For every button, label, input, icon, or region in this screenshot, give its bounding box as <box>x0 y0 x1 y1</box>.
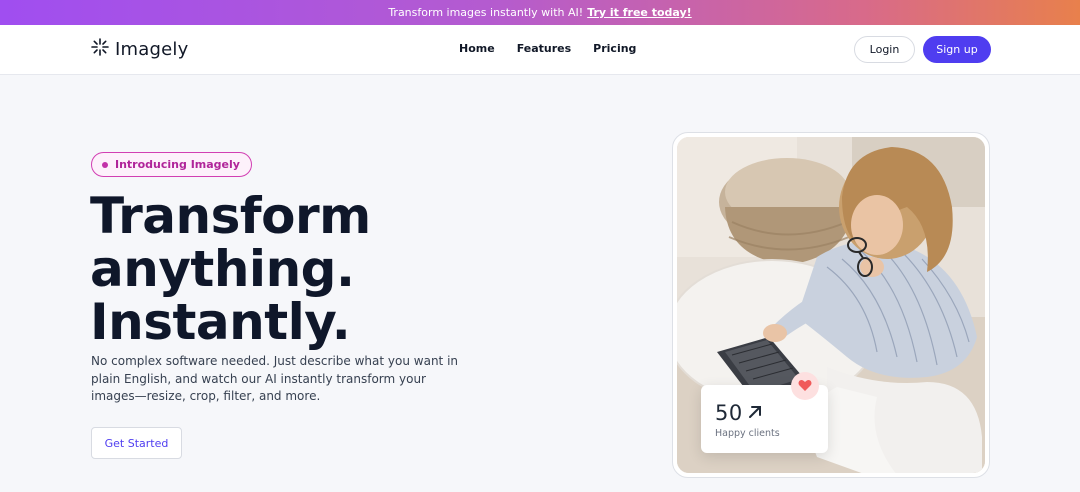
nav-link-home[interactable]: Home <box>459 42 495 55</box>
stat-value: 50 <box>715 401 743 425</box>
try-free-link[interactable]: Try it free today! <box>587 6 692 19</box>
nav-link-pricing[interactable]: Pricing <box>593 42 636 55</box>
nav-link-features[interactable]: Features <box>517 42 571 55</box>
headline-line-1: Transform <box>90 187 371 245</box>
heart-badge <box>791 372 819 400</box>
stat-label: Happy clients <box>715 428 780 439</box>
intro-badge: Introducing Imagely <box>91 152 252 177</box>
hero-description: No complex software needed. Just describ… <box>91 354 459 403</box>
nav-links: Home Features Pricing <box>459 42 636 55</box>
get-started-button[interactable]: Get Started <box>91 427 182 459</box>
headline-line-3: Instantly. <box>90 293 351 351</box>
headline-line-2: anything. <box>90 240 355 298</box>
signup-button[interactable]: Sign up <box>923 36 991 63</box>
navbar: Imagely Home Features Pricing Login Sign… <box>0 25 1080 75</box>
brand-name: Imagely <box>115 38 189 60</box>
intro-badge-label: Introducing Imagely <box>115 158 240 171</box>
arrow-up-right-icon <box>747 401 763 425</box>
badge-dot-icon <box>102 161 108 168</box>
hero-headline: Transform anything. Instantly. <box>90 190 510 349</box>
sparkle-burst-icon <box>91 38 109 60</box>
stat-value-row: 50 <box>715 401 763 425</box>
announcement-bar: Transform images instantly with AI! Try … <box>0 0 1080 25</box>
announcement-text: Transform images instantly with AI! <box>388 6 584 19</box>
login-button[interactable]: Login <box>854 36 915 63</box>
heart-icon <box>798 377 812 396</box>
brand-logo[interactable]: Imagely <box>91 38 188 60</box>
